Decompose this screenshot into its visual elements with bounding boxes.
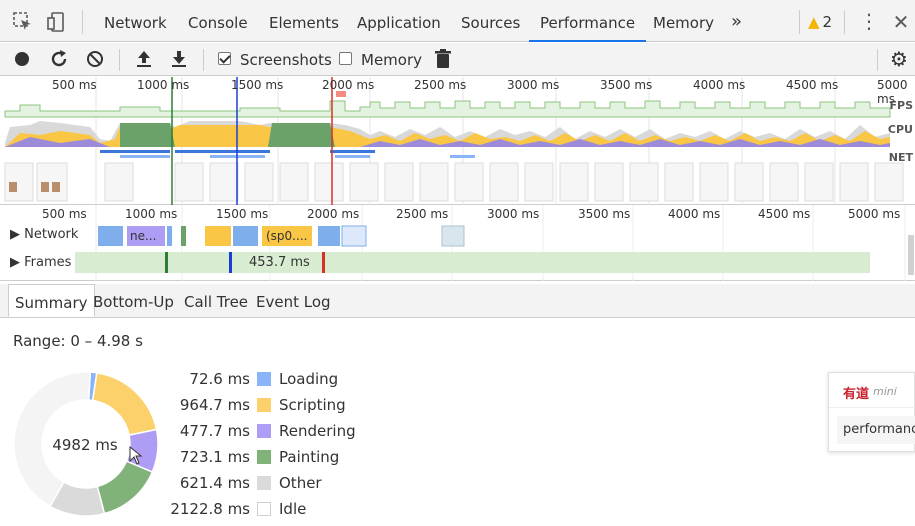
- divider: [799, 10, 800, 34]
- tab-summary[interactable]: Summary: [8, 284, 95, 317]
- overview-tick: 3500 ms: [600, 78, 653, 92]
- network-track-toggle[interactable]: ▶ Network: [10, 227, 78, 242]
- more-tabs-icon[interactable]: »: [731, 0, 742, 42]
- tab-elements[interactable]: Elements: [269, 0, 339, 42]
- warnings-badge[interactable]: ▲ 2: [808, 13, 832, 31]
- track-tick: 500 ms: [42, 207, 87, 221]
- legend-swatch: [257, 372, 271, 386]
- tab-console[interactable]: Console: [188, 0, 248, 42]
- divider: [829, 407, 915, 408]
- overview-tick: 4000 ms: [693, 78, 746, 92]
- track-tick: 1000 ms: [125, 207, 178, 221]
- range-label: Range: 0 – 4.98 s: [13, 332, 143, 350]
- devtools-tabbar: Network Console Elements Application Sou…: [0, 0, 915, 42]
- overview-tick: 2000 ms: [322, 78, 375, 92]
- legend-swatch: [257, 476, 271, 490]
- track-tick: 5000 ms: [848, 207, 901, 221]
- track-tick: 4000 ms: [668, 207, 721, 221]
- timeline-overview[interactable]: 500 ms 1000 ms 1500 ms 2000 ms 2500 ms 3…: [0, 77, 915, 205]
- overview-tick: 1500 ms: [231, 78, 284, 92]
- screenshots-label: Screenshots: [240, 51, 332, 69]
- overview-tick: 3000 ms: [507, 78, 560, 92]
- legend-swatch: [257, 502, 271, 516]
- save-profile-icon[interactable]: [168, 48, 190, 70]
- popup-search-input[interactable]: performance: [837, 416, 915, 444]
- load-profile-icon[interactable]: [133, 48, 155, 70]
- track-tick: 4500 ms: [758, 207, 811, 221]
- cpu-label: CPU: [887, 123, 913, 136]
- details-tabbar: Summary Bottom-Up Call Tree Event Log: [0, 284, 915, 318]
- legend-swatch: [257, 450, 271, 464]
- divider: [82, 10, 83, 34]
- tab-network[interactable]: Network: [104, 0, 167, 42]
- divider: [203, 49, 204, 71]
- performance-toolbar: Screenshots Memory ⚙: [0, 43, 915, 76]
- track-tick: 3500 ms: [578, 207, 631, 221]
- divider: [877, 49, 878, 71]
- tab-call-tree[interactable]: Call Tree: [184, 284, 248, 317]
- track-tick: 2000 ms: [307, 207, 360, 221]
- more-options-icon[interactable]: ⋮: [858, 11, 880, 33]
- tab-performance[interactable]: Performance: [529, 0, 647, 42]
- close-icon[interactable]: ✕: [890, 11, 912, 33]
- frame-duration-label[interactable]: 453.7 ms: [245, 255, 314, 270]
- clear-icon[interactable]: [84, 48, 106, 70]
- tab-sources[interactable]: Sources: [461, 0, 520, 42]
- tab-application[interactable]: Application: [357, 0, 441, 42]
- tab-memory[interactable]: Memory: [653, 0, 714, 42]
- track-tick: 3000 ms: [487, 207, 540, 221]
- device-toolbar-icon[interactable]: [46, 11, 68, 33]
- overview-tick: 500 ms: [52, 78, 97, 92]
- tab-event-log[interactable]: Event Log: [256, 284, 331, 317]
- frames-track-toggle[interactable]: ▶ Frames: [10, 255, 71, 270]
- overview-tick: 1000 ms: [137, 78, 190, 92]
- capture-settings-gear-icon[interactable]: ⚙: [890, 48, 912, 70]
- overview-tick: 4500 ms: [786, 78, 839, 92]
- summary-panel: Range: 0 – 4.98 s 4982 ms 72.6 ms Loadin…: [0, 318, 915, 526]
- overview-tick: 2500 ms: [414, 78, 467, 92]
- donut-total: 4982 ms: [52, 436, 118, 454]
- mouse-cursor-icon: [129, 446, 143, 465]
- trash-icon[interactable]: [432, 48, 454, 70]
- fps-label: FPS: [889, 99, 914, 112]
- record-icon[interactable]: [11, 48, 33, 70]
- track-tick: 1500 ms: [216, 207, 269, 221]
- legend-swatch: [257, 424, 271, 438]
- memory-label: Memory: [361, 51, 423, 69]
- dictionary-popup[interactable]: 有道 mini performance: [828, 372, 915, 452]
- overview-chart: [4, 77, 904, 205]
- popup-mini-label: mini: [873, 385, 897, 398]
- network-request-label[interactable]: ne...: [130, 229, 156, 243]
- timeline-tracks[interactable]: 500 ms 1000 ms 1500 ms 2000 ms 2500 ms 3…: [0, 205, 915, 281]
- legend-swatch: [257, 398, 271, 412]
- warning-icon: ▲: [808, 13, 820, 31]
- network-request-label[interactable]: (sp0....: [266, 229, 307, 243]
- popup-brand-logo: 有道: [843, 387, 870, 402]
- reload-record-icon[interactable]: [48, 48, 70, 70]
- divider: [844, 10, 845, 34]
- inspect-element-icon[interactable]: [12, 11, 34, 33]
- tab-bottom-up[interactable]: Bottom-Up: [93, 284, 174, 317]
- net-label: NET: [888, 151, 913, 164]
- divider: [119, 49, 120, 71]
- track-tick: 2500 ms: [396, 207, 449, 221]
- screenshots-checkbox[interactable]: [218, 52, 231, 65]
- memory-checkbox[interactable]: [339, 52, 352, 65]
